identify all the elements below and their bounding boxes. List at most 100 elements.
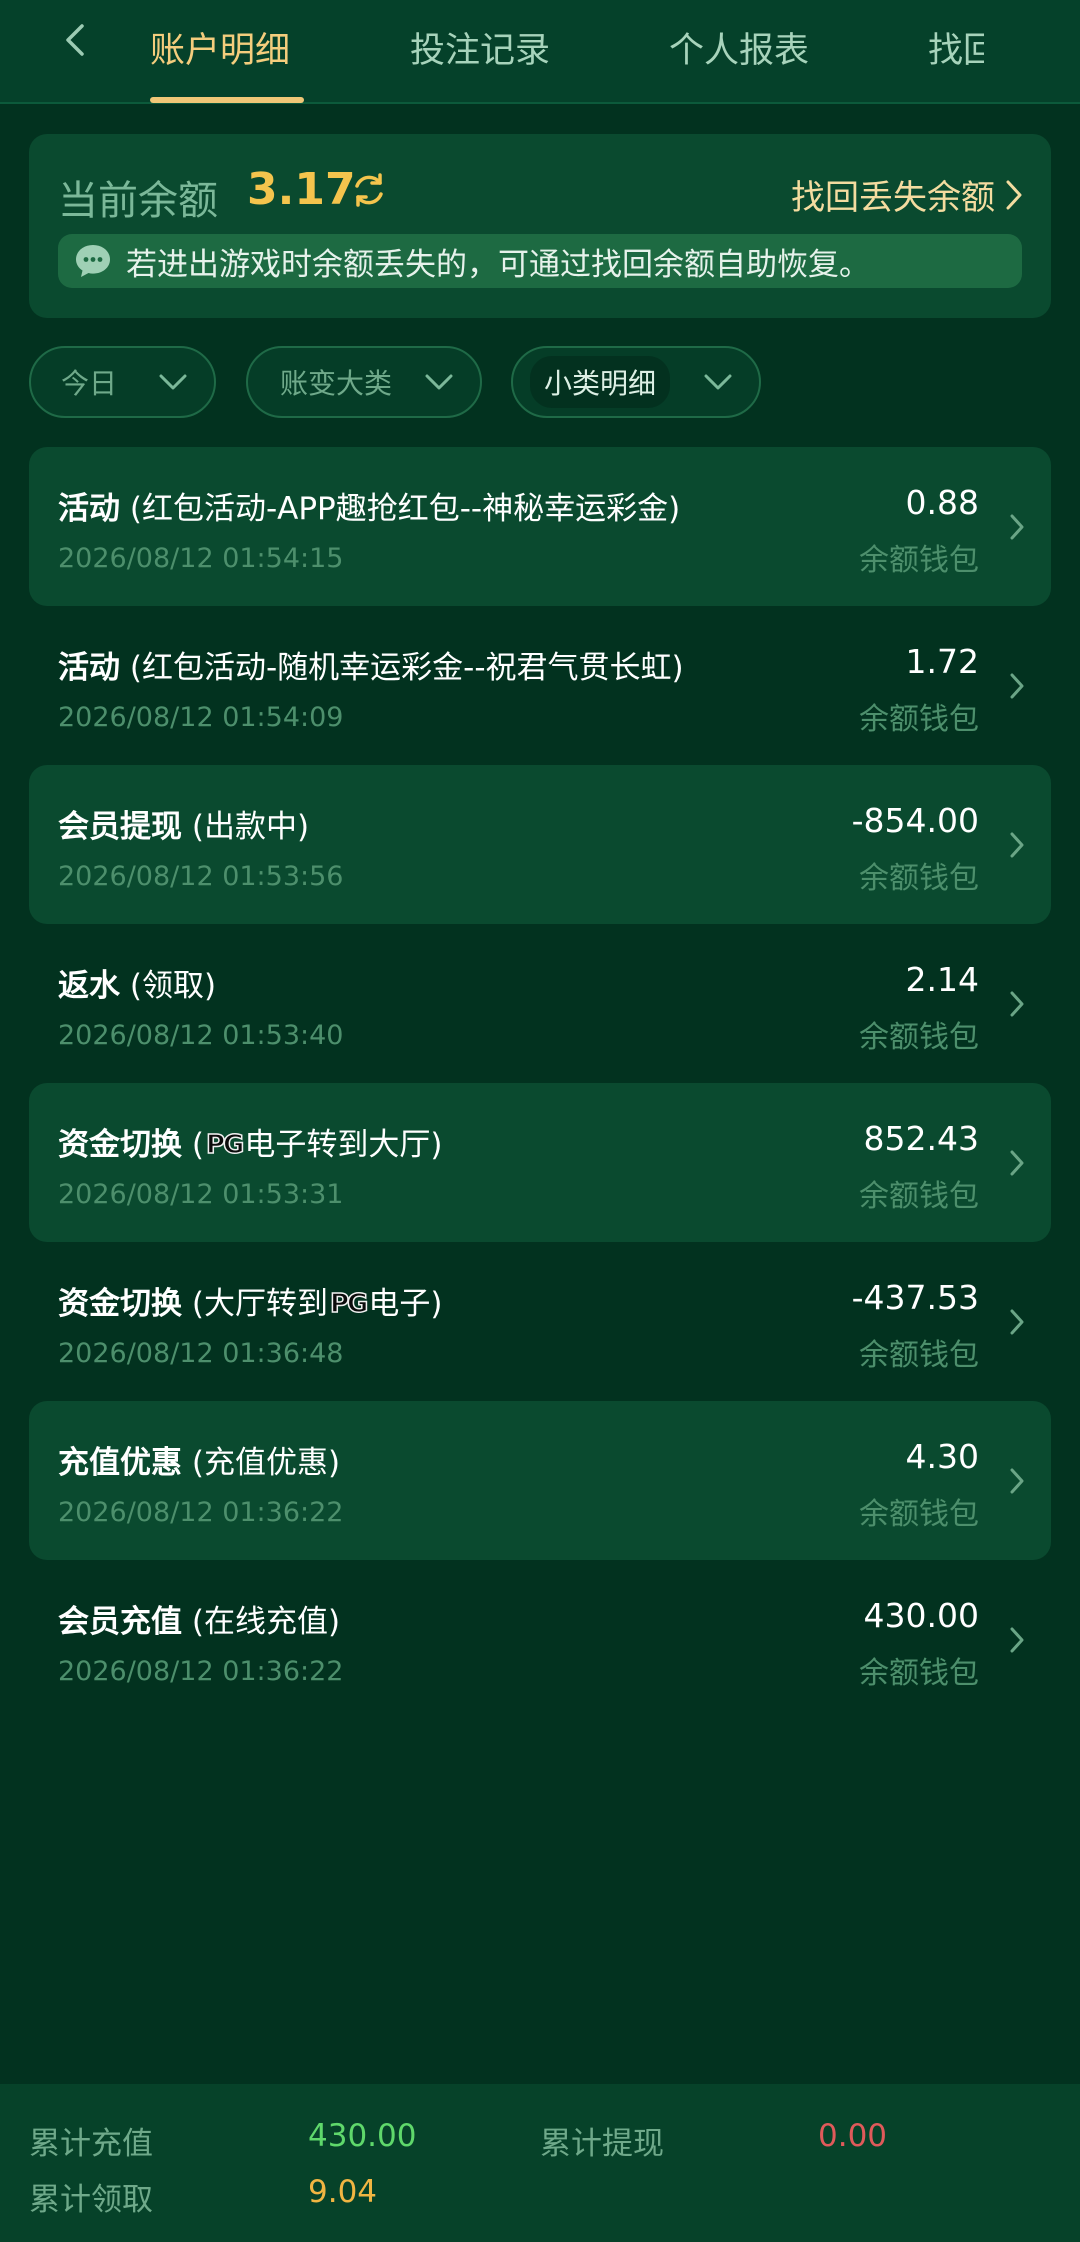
transaction-datetime: 2026/08/12 01:36:48 <box>58 1338 344 1369</box>
transaction-amount: 4.30 <box>905 1437 979 1476</box>
transaction-row[interactable]: 会员提现 (出款中) 2026/08/12 01:53:56 -854.00 余… <box>29 765 1051 924</box>
transaction-datetime: 2026/08/12 01:53:56 <box>58 861 344 892</box>
chevron-right-icon <box>1010 673 1024 699</box>
transaction-datetime: 2026/08/12 01:36:22 <box>58 1656 344 1687</box>
chevron-right-icon <box>1010 1627 1024 1653</box>
transaction-wallet: 余额钱包 <box>859 1656 979 1691</box>
transaction-amount: 430.00 <box>863 1596 979 1635</box>
transaction-amount: -854.00 <box>851 801 979 840</box>
transaction-row[interactable]: 充值优惠 (充值优惠) 2026/08/12 01:36:22 4.30 余额钱… <box>29 1401 1051 1560</box>
total-claim-value: 9.04 <box>308 2174 378 2210</box>
transaction-detail: (充值优惠) <box>182 1445 341 1481</box>
transaction-detail-after: 电子转到大厅) <box>244 1127 443 1163</box>
chevron-down-icon <box>159 374 187 390</box>
transaction-row[interactable]: 返水 (领取) 2026/08/12 01:53:40 2.14 余额钱包 <box>29 924 1051 1083</box>
transaction-category: 活动 <box>58 491 120 527</box>
tab-bet-records[interactable]: 投注记录 <box>410 22 550 73</box>
filter-sub-category-label: 小类明细 <box>530 356 671 408</box>
pg-logo: PG <box>205 1129 245 1161</box>
transaction-title: 活动 (红包活动-随机幸运彩金--祝君气贯长虹) <box>58 642 684 687</box>
total-deposit-value: 430.00 <box>308 2118 417 2154</box>
transaction-wallet: 余额钱包 <box>859 543 979 578</box>
transaction-amount: 2.14 <box>905 960 979 999</box>
transaction-wallet: 余额钱包 <box>859 861 979 896</box>
chevron-right-icon <box>1010 832 1024 858</box>
chevron-right-icon <box>1006 180 1022 209</box>
transaction-detail: (在线充值) <box>182 1604 341 1640</box>
top-tab-bar: 账户明细 投注记录 个人报表 找回 <box>0 0 1080 104</box>
total-claim-label: 累计领取 <box>29 2182 153 2218</box>
transaction-datetime: 2026/08/12 01:53:40 <box>58 1020 344 1051</box>
transaction-category: 资金切换 <box>58 1286 182 1322</box>
transaction-row[interactable]: 会员充值 (在线充值) 2026/08/12 01:36:22 430.00 余… <box>29 1560 1051 1719</box>
transaction-category: 充值优惠 <box>58 1445 182 1481</box>
transaction-wallet: 余额钱包 <box>859 1497 979 1532</box>
chevron-right-icon <box>1010 1309 1024 1335</box>
total-deposit-label: 累计充值 <box>29 2126 153 2162</box>
transaction-datetime: 2026/08/12 01:54:15 <box>58 543 344 574</box>
active-tab-indicator <box>150 97 304 103</box>
transaction-title: 返水 (领取) <box>58 960 216 1005</box>
transaction-detail: ( <box>182 1127 204 1163</box>
tab-personal-report[interactable]: 个人报表 <box>669 22 809 73</box>
transaction-amount: -437.53 <box>851 1278 979 1317</box>
transaction-title: 资金切换 (PG电子转到大厅) <box>58 1119 442 1164</box>
transaction-detail: (领取) <box>120 968 217 1004</box>
balance-card: 当前余额 3.17 找回丢失余额 若进出游戏时余额丢失的，可通过找回余额自助恢复… <box>29 134 1051 318</box>
transaction-datetime: 2026/08/12 01:54:09 <box>58 702 344 733</box>
transaction-wallet: 余额钱包 <box>859 1338 979 1373</box>
transaction-wallet: 余额钱包 <box>859 1179 979 1214</box>
chat-bubble-icon <box>76 245 110 277</box>
chevron-right-icon <box>1010 514 1024 540</box>
filter-main-category-label: 账变大类 <box>280 367 393 400</box>
transaction-category: 会员提现 <box>58 809 182 845</box>
transaction-title: 会员提现 (出款中) <box>58 801 309 846</box>
transaction-category: 活动 <box>58 650 120 686</box>
pg-logo: PG <box>329 1288 369 1320</box>
chevron-down-icon <box>704 374 732 390</box>
transaction-title: 充值优惠 (充值优惠) <box>58 1437 340 1482</box>
chevron-right-icon <box>1010 1468 1024 1494</box>
transaction-amount: 0.88 <box>905 483 979 522</box>
back-chevron-icon <box>66 24 84 56</box>
balance-value: 3.17 <box>247 164 356 215</box>
transaction-datetime: 2026/08/12 01:36:22 <box>58 1497 344 1528</box>
refresh-icon[interactable] <box>349 170 389 210</box>
summary-footer: 累计充值 430.00 累计提现 0.00 累计领取 9.04 <box>0 2084 1080 2242</box>
transaction-row[interactable]: 活动 (红包活动-APP趣抢红包--神秘幸运彩金) 2026/08/12 01:… <box>29 447 1051 606</box>
transaction-list: 活动 (红包活动-APP趣抢红包--神秘幸运彩金) 2026/08/12 01:… <box>29 447 1051 1719</box>
transaction-title: 资金切换 (大厅转到PG电子) <box>58 1278 442 1323</box>
transaction-category: 会员充值 <box>58 1604 182 1640</box>
transaction-wallet: 余额钱包 <box>859 702 979 737</box>
transaction-row[interactable]: 资金切换 (PG电子转到大厅) 2026/08/12 01:53:31 852.… <box>29 1083 1051 1242</box>
filter-sub-category[interactable]: 小类明细 <box>511 346 761 418</box>
transaction-title: 活动 (红包活动-APP趣抢红包--神秘幸运彩金) <box>58 483 680 528</box>
transaction-detail-after: 电子) <box>368 1286 443 1322</box>
back-button[interactable] <box>44 10 104 70</box>
transaction-detail: (出款中) <box>182 809 310 845</box>
filter-main-category[interactable]: 账变大类 <box>246 346 482 418</box>
chevron-right-icon <box>1010 1150 1024 1176</box>
total-withdraw-value: 0.00 <box>818 2118 888 2154</box>
chevron-right-icon <box>1010 991 1024 1017</box>
recover-lost-balance-link[interactable]: 找回丢失余额 <box>791 170 1023 219</box>
filter-date[interactable]: 今日 <box>29 346 216 418</box>
tab-account-details[interactable]: 账户明细 <box>150 22 290 73</box>
notice-text: 若进出游戏时余额丢失的，可通过找回余额自助恢复。 <box>126 246 870 283</box>
transaction-amount: 1.72 <box>905 642 979 681</box>
tab-recover-clipped[interactable]: 找回 <box>928 22 984 72</box>
balance-label: 当前余额 <box>58 178 218 224</box>
transaction-row[interactable]: 资金切换 (大厅转到PG电子) 2026/08/12 01:36:48 -437… <box>29 1242 1051 1401</box>
transaction-wallet: 余额钱包 <box>859 1020 979 1055</box>
total-withdraw-label: 累计提现 <box>540 2126 664 2162</box>
transaction-title: 会员充值 (在线充值) <box>58 1596 340 1641</box>
filter-date-label: 今日 <box>61 367 118 400</box>
transaction-datetime: 2026/08/12 01:53:31 <box>58 1179 344 1210</box>
chevron-down-icon <box>425 374 453 390</box>
transaction-category: 返水 <box>58 968 120 1004</box>
transaction-detail: (红包活动-随机幸运彩金--祝君气贯长虹) <box>120 650 684 686</box>
recover-link-label: 找回丢失余额 <box>791 178 995 218</box>
tab-recover-label: 找回 <box>928 31 984 71</box>
transaction-category: 资金切换 <box>58 1127 182 1163</box>
transaction-row[interactable]: 活动 (红包活动-随机幸运彩金--祝君气贯长虹) 2026/08/12 01:5… <box>29 606 1051 765</box>
